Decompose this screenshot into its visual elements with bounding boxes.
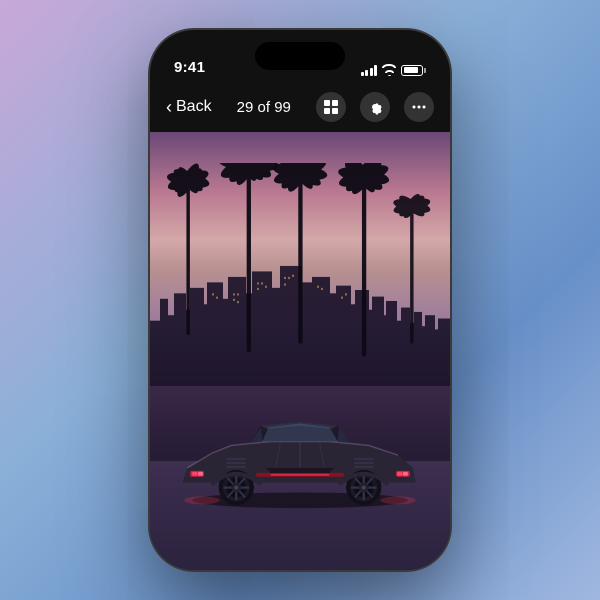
wifi-icon	[382, 64, 396, 76]
nav-actions	[316, 92, 434, 122]
settings-button[interactable]	[360, 92, 390, 122]
grid-view-button[interactable]	[316, 92, 346, 122]
status-icons	[361, 64, 427, 76]
battery-icon	[401, 65, 426, 76]
back-button[interactable]: ‹ Back	[166, 98, 212, 116]
photo-area	[150, 132, 450, 570]
more-options-button[interactable]	[404, 92, 434, 122]
cityscape-layer	[150, 255, 450, 386]
photo-scene	[150, 132, 450, 570]
signal-icon	[361, 64, 378, 76]
more-icon	[411, 99, 427, 115]
nav-bar: ‹ Back 29 of 99	[150, 84, 450, 132]
back-chevron-icon: ‹	[166, 98, 172, 116]
car-layer	[173, 414, 428, 517]
grid-icon	[323, 99, 339, 115]
dynamic-island	[255, 42, 345, 70]
back-label: Back	[176, 98, 212, 116]
photo-counter: 29 of 99	[237, 99, 291, 116]
gear-icon	[367, 99, 383, 115]
status-time: 9:41	[174, 59, 205, 76]
phone-shell: 9:41 ‹ Back 29 of 99	[150, 30, 450, 570]
